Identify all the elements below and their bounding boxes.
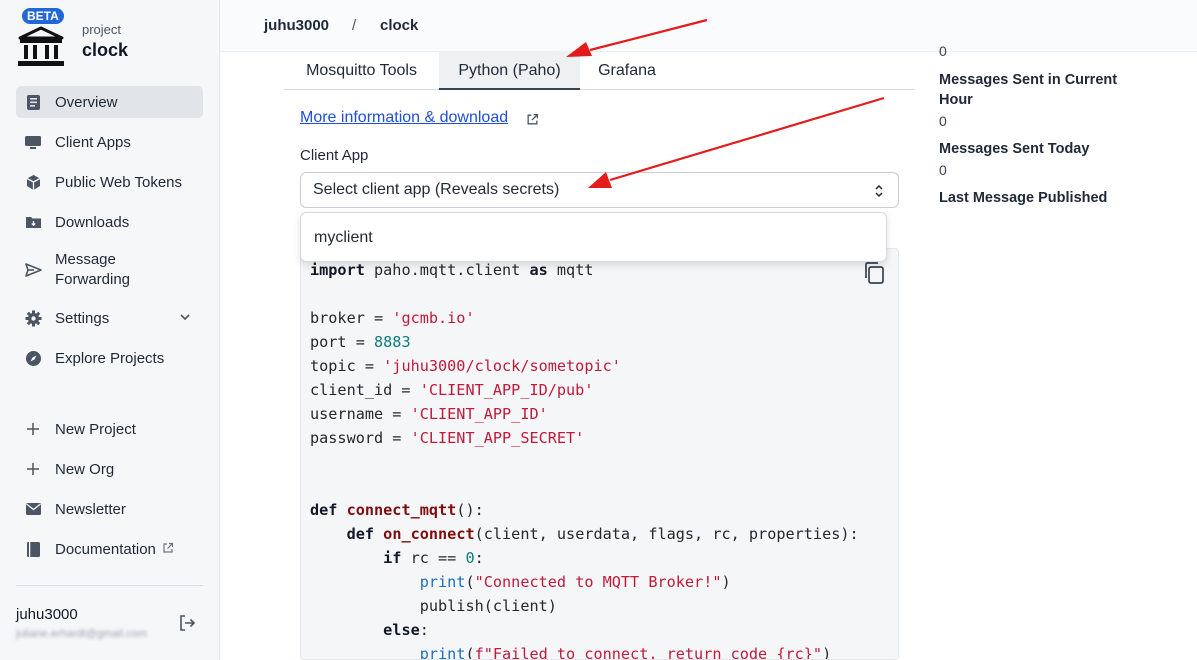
- nav-message-forwarding-label: Message Forwarding: [55, 251, 131, 288]
- tab-mosquitto-tools[interactable]: Mosquitto Tools: [284, 52, 439, 90]
- breadcrumb-project[interactable]: clock: [380, 17, 418, 34]
- select-arrows-icon: [873, 182, 885, 205]
- dropdown-option-myclient[interactable]: myclient: [314, 229, 373, 246]
- code-text: import paho.mqtt.client as mqtt broker =…: [310, 261, 859, 660]
- nav-downloads[interactable]: Downloads: [16, 206, 203, 238]
- nav-overview-label: Overview: [55, 93, 118, 111]
- project-brand[interactable]: BETA project clock: [16, 8, 206, 68]
- folder-download-icon: [24, 213, 42, 231]
- plus-icon: [24, 420, 42, 438]
- nav-message-forwarding[interactable]: Message Forwarding: [16, 248, 203, 292]
- tab-python-paho[interactable]: Python (Paho): [439, 52, 580, 90]
- nav-new-org[interactable]: New Org: [16, 453, 203, 485]
- nav-public-web-tokens-label: Public Web Tokens: [55, 173, 183, 191]
- copy-icon[interactable]: [863, 261, 885, 290]
- breadcrumb-org[interactable]: juhu3000: [264, 17, 329, 34]
- nav-explore-projects-label: Explore Projects: [55, 349, 165, 367]
- nav-newsletter[interactable]: Newsletter: [16, 493, 203, 525]
- project-name: clock: [82, 40, 129, 60]
- nav-settings[interactable]: Settings: [16, 302, 203, 334]
- nav-settings-label: Settings: [55, 309, 110, 327]
- nav-client-apps[interactable]: Client Apps: [16, 126, 203, 158]
- stat-last-published-label: Last Message Published: [939, 190, 1108, 206]
- external-link-icon: [162, 541, 174, 558]
- primary-nav: Overview: [16, 86, 203, 118]
- chevron-down-icon[interactable]: [179, 310, 191, 327]
- user-name: juhu3000: [16, 606, 78, 623]
- book-icon: [24, 540, 42, 558]
- plus-icon: [24, 460, 42, 478]
- code-tabs: Mosquitto Tools Python (Paho) Grafana: [284, 52, 915, 90]
- stat-top-value: 0: [939, 43, 947, 59]
- overview-icon: [24, 93, 42, 111]
- client-app-select-value: Select client app (Reveals secrets): [313, 181, 560, 198]
- nav-client-apps-label: Client Apps: [55, 133, 131, 151]
- nav-newsletter-label: Newsletter: [55, 500, 126, 518]
- nav-explore-projects[interactable]: Explore Projects: [16, 342, 203, 374]
- nav-new-org-label: New Org: [55, 460, 115, 478]
- stat-today-value: 0: [939, 162, 947, 178]
- nav-documentation-label: Documentation: [55, 540, 156, 558]
- breadcrumb-separator: /: [352, 17, 357, 34]
- envelope-icon: [24, 500, 42, 518]
- client-app-dropdown: myclient: [300, 212, 887, 262]
- client-app-select[interactable]: Select client app (Reveals secrets): [300, 172, 899, 208]
- nav-documentation[interactable]: Documentation: [16, 533, 203, 565]
- stat-hour-value: 0: [939, 113, 947, 129]
- user-email: juliane.erhardt@gmail.com: [16, 628, 148, 640]
- top-header: juhu3000 / clock: [220, 0, 1197, 52]
- logout-icon[interactable]: [178, 614, 196, 637]
- building-logo-icon: [18, 26, 64, 66]
- code-block[interactable]: import paho.mqtt.client as mqtt broker =…: [300, 248, 899, 660]
- compass-icon: [24, 349, 42, 367]
- stat-today-label: Messages Sent Today: [939, 141, 1090, 157]
- nav-new-project-label: New Project: [55, 420, 136, 438]
- nav-overview[interactable]: Overview: [16, 86, 203, 118]
- monitor-icon: [24, 133, 42, 151]
- nav-downloads-label: Downloads: [55, 213, 130, 231]
- external-link-icon: [526, 113, 539, 131]
- more-info-link[interactable]: More information & download: [300, 109, 508, 127]
- sidebar: BETA project clock Overview Client Apps …: [0, 0, 220, 660]
- sidebar-divider: [16, 585, 203, 586]
- project-label: project: [82, 22, 122, 37]
- nav-public-web-tokens[interactable]: Public Web Tokens: [16, 166, 203, 198]
- nav-new-project[interactable]: New Project: [16, 413, 203, 445]
- stat-hour-label: Messages Sent in Current Hour: [939, 72, 1118, 108]
- send-icon: [24, 261, 42, 279]
- cube-icon: [24, 173, 42, 191]
- gear-icon: [24, 309, 42, 327]
- tab-grafana[interactable]: Grafana: [580, 52, 674, 90]
- client-app-label: Client App: [300, 147, 369, 164]
- beta-badge: BETA: [22, 8, 64, 24]
